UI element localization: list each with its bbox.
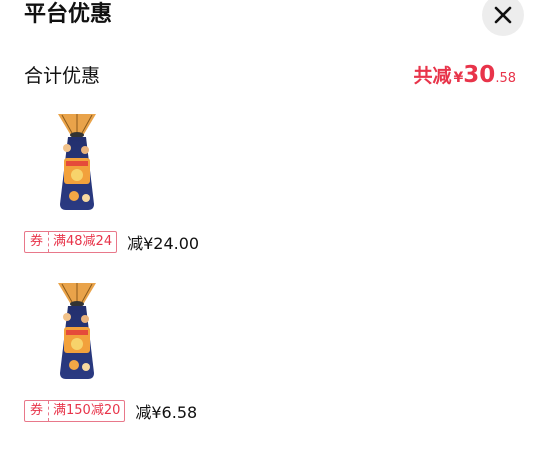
product-thumbnail[interactable]	[52, 281, 102, 385]
discount-panel: 平台优惠 合计优惠 共减 ¥ 30 .58 券 满48减24 减¥24.00 券…	[0, 0, 540, 473]
total-discount-label: 合计优惠	[24, 64, 101, 87]
close-icon	[494, 6, 512, 24]
coupon-type-label: 券	[25, 401, 50, 421]
item-discount: 减¥24.00	[127, 234, 200, 253]
product-thumbnail[interactable]	[52, 112, 102, 216]
coupon-tag[interactable]: 券 满48减24	[24, 231, 118, 253]
total-currency: ¥	[453, 69, 464, 86]
total-amount-decimal: .58	[495, 70, 516, 86]
discount-item: 券 满48减24 减¥24.00	[24, 112, 324, 262]
coupon-tag[interactable]: 券 满150减20	[24, 400, 126, 422]
item-discount: 减¥6.58	[135, 403, 198, 422]
coupon-condition: 满150减20	[53, 403, 121, 418]
total-discount-amount: 共减 ¥ 30 .58	[414, 61, 516, 88]
total-amount-integer: 30	[463, 61, 496, 88]
coupon-row: 券 满150减20 减¥6.58	[24, 399, 197, 423]
total-discount-row: 合计优惠 共减 ¥ 30 .58	[24, 58, 516, 90]
panel-title: 平台优惠	[24, 2, 113, 27]
coupon-row: 券 满48减24 减¥24.00	[24, 230, 199, 254]
coupon-type-label: 券	[25, 232, 50, 252]
close-button[interactable]	[482, 0, 524, 36]
discount-item: 券 满150减20 减¥6.58	[24, 281, 324, 431]
total-prefix: 共减	[413, 64, 452, 87]
coupon-condition: 满48减24	[53, 234, 113, 249]
